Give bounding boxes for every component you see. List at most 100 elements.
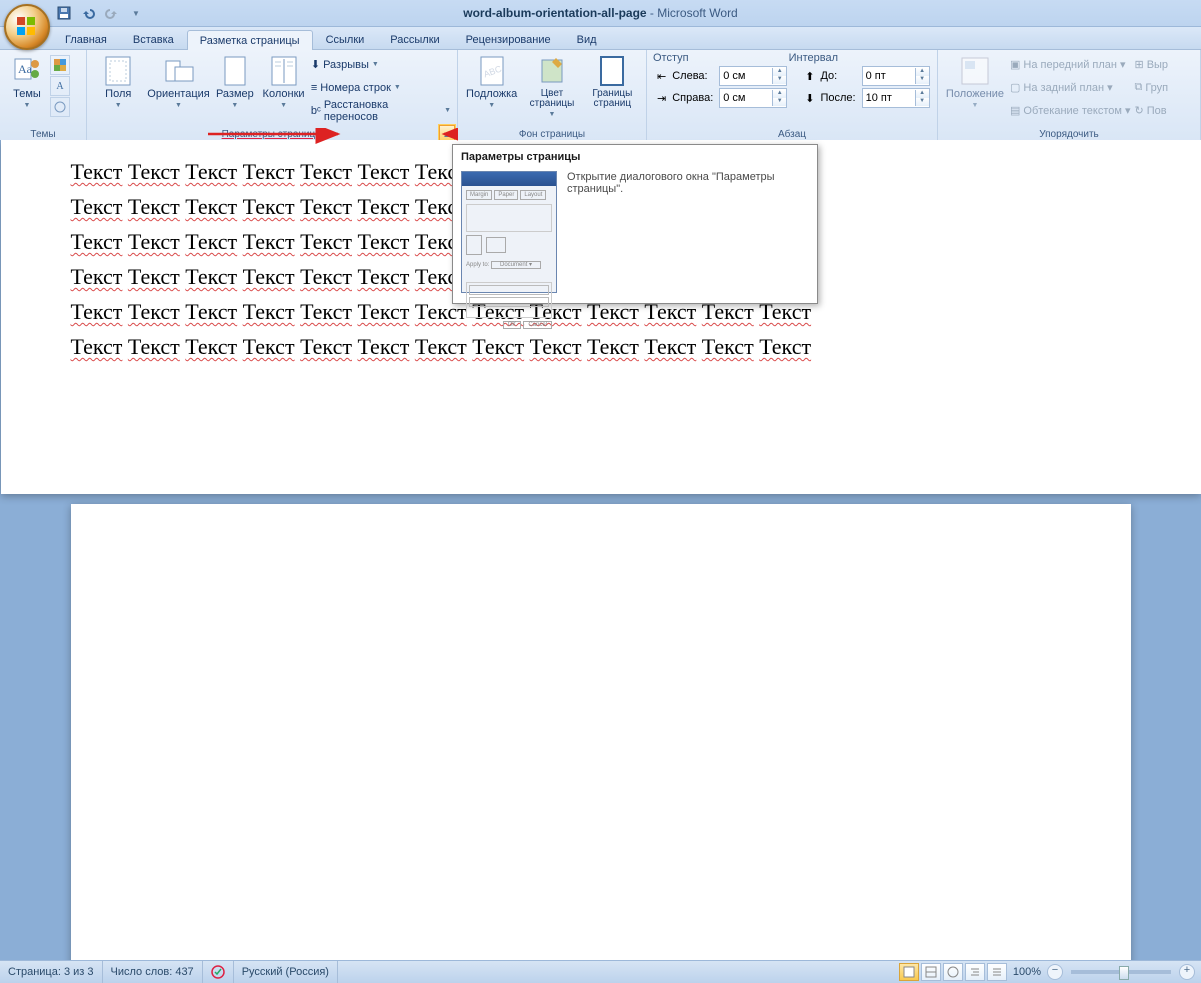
theme-colors-icon[interactable]: [50, 55, 70, 75]
qat-customize-icon[interactable]: ▼: [126, 3, 146, 23]
status-proofing[interactable]: [203, 961, 234, 983]
indent-right-label: Справа:: [672, 92, 713, 104]
margins-icon: [102, 55, 134, 87]
zoom-slider[interactable]: [1071, 970, 1171, 974]
tab-view[interactable]: Вид: [564, 29, 610, 49]
rotate-icon: ↻: [1134, 104, 1143, 117]
indent-right-input[interactable]: [720, 92, 772, 104]
size-button[interactable]: Размер▼: [212, 53, 259, 111]
zoom-out-button[interactable]: −: [1047, 964, 1063, 980]
space-after-input[interactable]: [863, 92, 915, 104]
wrap-icon: ▤: [1010, 104, 1020, 117]
status-words[interactable]: Число слов: 437: [103, 961, 203, 983]
space-before-spin[interactable]: ▲▼: [862, 66, 930, 86]
margins-button[interactable]: Поля▼: [91, 53, 146, 111]
theme-fonts-icon[interactable]: A: [50, 76, 70, 96]
save-icon[interactable]: [54, 3, 74, 23]
orientation-button[interactable]: Ориентация▼: [146, 53, 212, 111]
group-arrange: Положение▼ ▣На передний план ▾ ▢На задни…: [938, 50, 1201, 142]
back-icon: ▢: [1010, 81, 1020, 94]
tab-references[interactable]: Ссылки: [313, 29, 378, 49]
tab-review[interactable]: Рецензирование: [453, 29, 564, 49]
statusbar: Страница: 3 из 3 Число слов: 437 Русский…: [0, 960, 1201, 983]
status-page[interactable]: Страница: 3 из 3: [0, 961, 103, 983]
redo-icon[interactable]: [102, 3, 122, 23]
space-before-icon: ⬆: [805, 70, 814, 83]
tooltip-description: Открытие диалогового окна "Параметры стр…: [567, 171, 809, 293]
zoom-level[interactable]: 100%: [1013, 966, 1041, 978]
page-setup-tooltip: Параметры страницы MarginPaperLayout App…: [452, 144, 818, 304]
size-icon: [219, 55, 251, 87]
view-web-layout[interactable]: [943, 963, 963, 981]
svg-text:Aa: Aa: [18, 62, 33, 76]
hyphenation-icon: bᶜ: [311, 105, 321, 117]
page-borders-button[interactable]: Границы страниц: [583, 53, 642, 111]
align-icon: ⊞: [1134, 58, 1143, 71]
space-after-label: После:: [820, 92, 855, 104]
indent-left-spin[interactable]: ▲▼: [719, 66, 787, 86]
bring-front-button: ▣На передний план ▾: [1008, 53, 1132, 76]
spacing-header: Интервал: [789, 52, 838, 64]
themes-icon: Aa: [11, 55, 43, 87]
columns-button[interactable]: Колонки▼: [258, 53, 309, 111]
tab-mailings[interactable]: Рассылки: [377, 29, 452, 49]
text-wrap-button: ▤Обтекание текстом ▾: [1008, 99, 1132, 122]
columns-icon: [268, 55, 300, 87]
page-color-icon: [536, 55, 568, 87]
group-icon: ⧉: [1134, 81, 1142, 94]
indent-left-input[interactable]: [720, 70, 772, 82]
indent-left-icon: ⇤: [657, 70, 666, 83]
line-numbers-icon: ≡: [311, 82, 317, 94]
undo-icon[interactable]: [78, 3, 98, 23]
page-2: [71, 504, 1131, 961]
annotation-arrow: [208, 128, 458, 148]
window-title: word-album-orientation-all-page - Micros…: [463, 6, 737, 20]
watermark-icon: ABC: [476, 55, 508, 87]
status-language[interactable]: Русский (Россия): [234, 961, 338, 983]
space-before-input[interactable]: [863, 70, 915, 82]
titlebar: ▼ word-album-orientation-all-page - Micr…: [0, 0, 1201, 27]
indent-right-icon: ⇥: [657, 92, 666, 105]
breaks-button[interactable]: ⬇Разрывы ▼: [309, 53, 453, 76]
view-full-screen[interactable]: [921, 963, 941, 981]
ribbon-tabs: Главная Вставка Разметка страницы Ссылки…: [0, 27, 1201, 50]
indent-header: Отступ: [653, 52, 689, 64]
space-after-spin[interactable]: ▲▼: [862, 88, 930, 108]
view-print-layout[interactable]: [899, 963, 919, 981]
front-icon: ▣: [1010, 58, 1020, 71]
office-button[interactable]: [4, 4, 50, 50]
group-paragraph: Отступ Интервал ⇤ Слева: ▲▼ ⇥ Справа: ▲▼ ⬆…: [647, 50, 938, 142]
proofing-icon: [211, 965, 225, 979]
view-draft[interactable]: [987, 963, 1007, 981]
tab-insert[interactable]: Вставка: [120, 29, 187, 49]
themes-button[interactable]: Aa Темы▼: [4, 53, 50, 111]
tab-page-layout[interactable]: Разметка страницы: [187, 30, 313, 50]
tooltip-preview-icon: MarginPaperLayout Apply to: Document ▾ O…: [461, 171, 557, 293]
send-back-button: ▢На задний план ▾: [1008, 76, 1132, 99]
watermark-button[interactable]: ABCПодложка▼: [462, 53, 521, 111]
position-button[interactable]: Положение▼: [942, 53, 1008, 111]
page-color-button[interactable]: Цвет страницы▼: [521, 53, 582, 120]
hyphenation-button[interactable]: bᶜРасстановка переносов ▼: [309, 99, 453, 122]
space-after-icon: ⬇: [805, 92, 814, 105]
theme-effects-icon[interactable]: [50, 97, 70, 117]
group-themes: Aa Темы▼ A Темы: [0, 50, 87, 142]
quick-access-toolbar: ▼: [54, 3, 146, 23]
breaks-icon: ⬇: [311, 58, 320, 71]
line-numbers-button[interactable]: ≡Номера строк ▼: [309, 76, 453, 99]
align-button: ⊞Выр: [1132, 53, 1170, 76]
space-before-label: До:: [820, 70, 855, 82]
rotate-button: ↻Пов: [1132, 99, 1170, 122]
tab-home[interactable]: Главная: [52, 29, 120, 49]
borders-icon: [596, 55, 628, 87]
indent-left-label: Слева:: [672, 70, 713, 82]
tooltip-title: Параметры страницы: [453, 145, 817, 167]
group-button: ⧉Груп: [1132, 76, 1170, 99]
view-outline[interactable]: [965, 963, 985, 981]
zoom-in-button[interactable]: +: [1179, 964, 1195, 980]
orientation-icon: [163, 55, 195, 87]
group-page-background: ABCПодложка▼ Цвет страницы▼ Границы стра…: [458, 50, 647, 142]
indent-right-spin[interactable]: ▲▼: [719, 88, 787, 108]
position-icon: [959, 55, 991, 87]
ribbon: Aa Темы▼ A Темы Поля▼ Ориентация▼ Размер…: [0, 50, 1201, 143]
